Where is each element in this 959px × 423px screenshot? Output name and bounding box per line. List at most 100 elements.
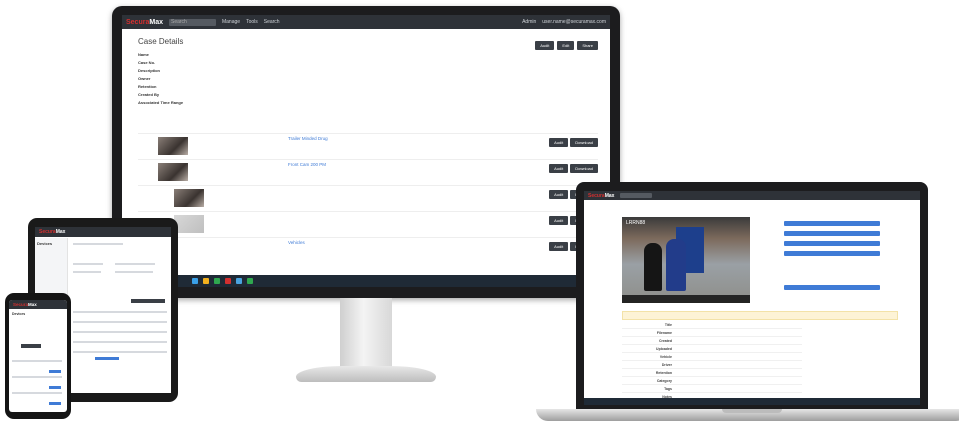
app-icon[interactable] (225, 278, 231, 284)
action-button[interactable] (131, 299, 165, 303)
side-action-button[interactable] (784, 241, 880, 246)
table-row: Retention (622, 369, 802, 377)
user-menu[interactable]: user.name@securamax.com (542, 19, 606, 25)
nav-manage[interactable]: Manage (222, 19, 240, 25)
table-row: Title (622, 321, 802, 329)
monitor-screen: SecuraMax Search Manage Tools Search Adm… (122, 15, 610, 287)
windows-start-icon[interactable] (192, 278, 198, 284)
text-line (73, 263, 103, 265)
video-thumbnail[interactable] (158, 163, 188, 181)
folder-icon[interactable] (203, 278, 209, 284)
field-label-description: Description (138, 68, 161, 73)
field-label-case-no: Case No. (138, 60, 156, 65)
text-line (73, 243, 123, 245)
video-controls[interactable] (622, 295, 750, 303)
side-action-button[interactable] (784, 285, 880, 290)
list-item[interactable] (12, 360, 62, 362)
text-line (73, 271, 101, 273)
evidence-title[interactable]: Vehicles (288, 240, 305, 245)
link-text[interactable] (95, 357, 119, 360)
edit-button[interactable]: Edit (557, 41, 575, 50)
page-title: Case Details (138, 37, 184, 46)
app-icon[interactable] (247, 278, 253, 284)
row-audit-button[interactable]: Audit (549, 190, 569, 199)
brand-logo[interactable]: SecuraMax (13, 302, 37, 307)
side-action-button[interactable] (784, 221, 880, 226)
tablet-topbar: SecuraMax (35, 227, 171, 237)
brand-logo[interactable]: SecuraMax (126, 19, 163, 26)
nav-tools[interactable]: Tools (246, 19, 258, 25)
row-audit-button[interactable]: Audit (549, 164, 569, 173)
video-frame-person (644, 243, 662, 291)
app-icon[interactable] (214, 278, 220, 284)
row-button[interactable] (49, 386, 61, 389)
smartphone: SecuraMax Devices (5, 293, 71, 419)
nav-search[interactable]: Search (264, 19, 280, 25)
share-button[interactable]: Share (577, 41, 598, 50)
table-row: Vehicle (622, 353, 802, 361)
metadata-table: Title Filename Created Uploaded Vehicle … (622, 321, 802, 401)
video-overlay-label: LRRN88 (626, 220, 646, 226)
desktop-monitor: SecuraMax Search Manage Tools Search Adm… (112, 6, 620, 298)
table-row[interactable] (73, 321, 167, 323)
video-thumbnail[interactable] (174, 189, 204, 207)
side-action-button[interactable] (784, 231, 880, 236)
monitor-stand-base (296, 366, 436, 382)
row-button[interactable] (49, 370, 61, 373)
table-row: Filename (622, 329, 802, 337)
table-row[interactable] (73, 331, 167, 333)
video-thumbnail[interactable] (158, 137, 188, 155)
brand-logo[interactable]: SecuraMax (39, 229, 65, 235)
laptop-topbar: SecuraMax (584, 191, 920, 200)
laptop-notch (722, 409, 782, 413)
field-label-name: Name (138, 52, 149, 57)
evidence-row[interactable]: Vehicles AuditDownload (138, 237, 598, 262)
table-row[interactable] (73, 311, 167, 313)
row-download-button[interactable]: Download (570, 164, 598, 173)
warning-banner (622, 311, 898, 320)
evidence-row[interactable]: AuditDownload (138, 211, 598, 236)
table-row: Tags (622, 385, 802, 393)
row-audit-button[interactable]: Audit (549, 216, 569, 225)
row-button[interactable] (49, 402, 61, 405)
row-download-button[interactable]: Download (570, 138, 598, 147)
evidence-row[interactable]: AuditDownload (138, 185, 598, 210)
file-thumbnail[interactable] (174, 215, 204, 233)
table-row: Created (622, 337, 802, 345)
windows-taskbar (122, 275, 610, 287)
laptop-screen: SecuraMax LRRN88 Title Filename Created … (584, 191, 920, 405)
sidebar-title: Devices (37, 241, 53, 246)
evidence-title[interactable]: Trailer Minded Drug (288, 136, 328, 141)
search-input[interactable]: Search (168, 18, 216, 26)
field-label-owner: Owner (138, 76, 151, 81)
monitor-stand-neck (340, 298, 392, 370)
video-player[interactable]: LRRN88 (622, 217, 750, 303)
laptop: SecuraMax LRRN88 Title Filename Created … (576, 182, 928, 411)
admin-menu[interactable]: Admin (522, 19, 536, 25)
phone-page-title: Devices (12, 312, 26, 316)
action-button[interactable] (21, 344, 41, 348)
audit-button[interactable]: Audit (535, 41, 555, 50)
video-frame-person (666, 239, 686, 291)
browser-icon[interactable] (236, 278, 242, 284)
table-row[interactable] (73, 351, 167, 353)
phone-screen: SecuraMax Devices (9, 300, 67, 412)
field-label-retention: Retention (138, 84, 157, 89)
text-line (115, 263, 155, 265)
case-actions: Audit Edit Share (535, 41, 598, 50)
list-item[interactable] (12, 392, 62, 394)
evidence-title[interactable]: Front Cam 200 PM (288, 162, 326, 167)
windows-taskbar (584, 398, 920, 405)
brand-logo[interactable]: SecuraMax (588, 193, 614, 199)
table-row: Category (622, 377, 802, 385)
table-row[interactable] (73, 341, 167, 343)
search-input[interactable] (620, 193, 653, 198)
side-action-button[interactable] (784, 251, 880, 256)
case-details-panel: Case Details Name Case No. Description O… (138, 37, 600, 105)
list-item[interactable] (12, 376, 62, 378)
evidence-row[interactable]: Trailer Minded Drug Audit Download (138, 133, 598, 158)
evidence-row[interactable]: Front Cam 200 PM Audit Download (138, 159, 598, 184)
row-audit-button[interactable]: Audit (549, 242, 569, 251)
row-audit-button[interactable]: Audit (549, 138, 569, 147)
phone-topbar: SecuraMax (9, 300, 67, 309)
